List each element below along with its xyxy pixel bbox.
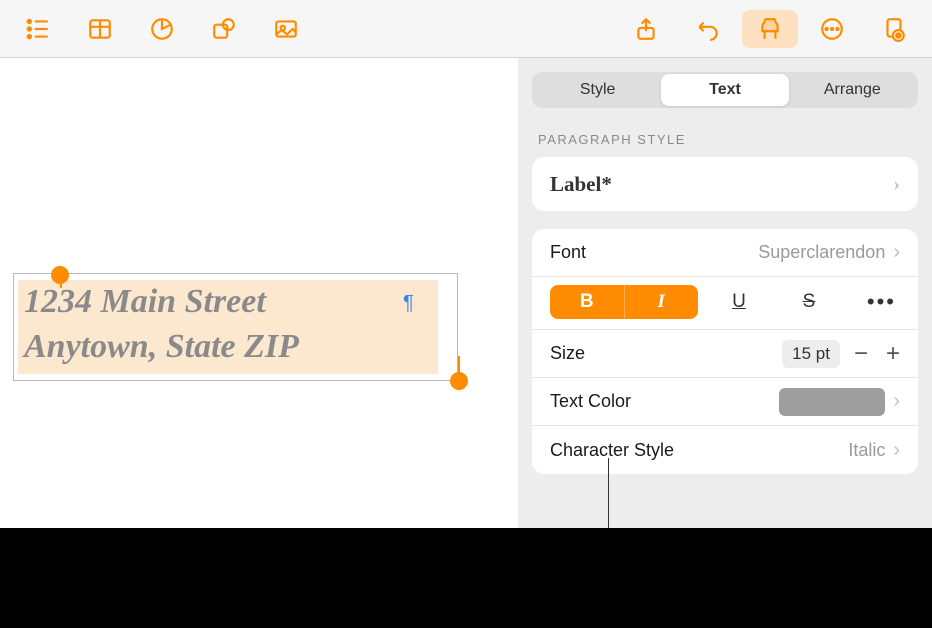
document-canvas[interactable]: 1234 Main Street ¶ Anytown, State ZIP	[0, 58, 518, 528]
insert-chart-button[interactable]	[134, 10, 190, 48]
character-style-value: Italic	[848, 440, 885, 461]
more-text-options-button[interactable]: •••	[867, 289, 900, 315]
insert-table-button[interactable]	[72, 10, 128, 48]
font-label: Font	[550, 242, 586, 263]
undo-button[interactable]	[680, 10, 736, 48]
chevron-right-icon: ›	[893, 439, 900, 462]
size-value[interactable]: 15 pt	[782, 340, 840, 368]
strikethrough-button[interactable]: S	[780, 285, 838, 319]
italic-button[interactable]: I	[624, 285, 699, 319]
more-button[interactable]	[804, 10, 860, 48]
address-line-1[interactable]: 1234 Main Street	[24, 283, 266, 321]
font-value: Superclarendon	[758, 242, 885, 263]
paragraph-mark-icon: ¶	[403, 292, 414, 315]
selection-end-handle[interactable]	[450, 372, 468, 390]
footer-black-bar	[0, 528, 932, 628]
character-style-row[interactable]: Character Style Italic ›	[532, 426, 918, 474]
inspector-tabs: Style Text Arrange	[532, 72, 918, 108]
text-color-row[interactable]: Text Color ›	[532, 378, 918, 426]
tab-style[interactable]: Style	[534, 74, 661, 106]
character-style-label: Character Style	[550, 440, 674, 461]
font-row[interactable]: Font Superclarendon ›	[532, 229, 918, 277]
paragraph-style-section-label: PARAGRAPH STYLE	[532, 132, 918, 147]
address-line-2[interactable]: Anytown, State ZIP	[24, 328, 299, 366]
chevron-right-icon: ›	[893, 241, 900, 264]
size-row: Size 15 pt − +	[532, 330, 918, 378]
chevron-right-icon: ›	[893, 390, 900, 413]
tab-text[interactable]: Text	[661, 74, 788, 106]
text-color-label: Text Color	[550, 391, 631, 412]
format-brush-button[interactable]	[742, 10, 798, 48]
paragraph-style-value: Label*	[550, 172, 612, 197]
chevron-right-icon: ›	[893, 173, 900, 196]
outline-view-button[interactable]	[10, 10, 66, 48]
bold-italic-group: B I	[550, 285, 698, 319]
insert-media-button[interactable]	[258, 10, 314, 48]
document-settings-button[interactable]	[866, 10, 922, 48]
underline-button[interactable]: U	[710, 285, 768, 319]
toolbar	[0, 0, 932, 58]
format-inspector: Style Text Arrange PARAGRAPH STYLE Label…	[518, 58, 932, 528]
tab-arrange[interactable]: Arrange	[789, 74, 916, 106]
text-color-swatch[interactable]	[779, 388, 885, 416]
share-button[interactable]	[618, 10, 674, 48]
selection-start-handle[interactable]	[51, 266, 69, 284]
insert-shape-button[interactable]	[196, 10, 252, 48]
size-decrease-button[interactable]: −	[854, 340, 868, 368]
size-label: Size	[550, 343, 585, 364]
paragraph-style-selector[interactable]: Label* ›	[532, 157, 918, 211]
bold-button[interactable]: B	[550, 285, 624, 319]
size-increase-button[interactable]: +	[886, 340, 900, 368]
